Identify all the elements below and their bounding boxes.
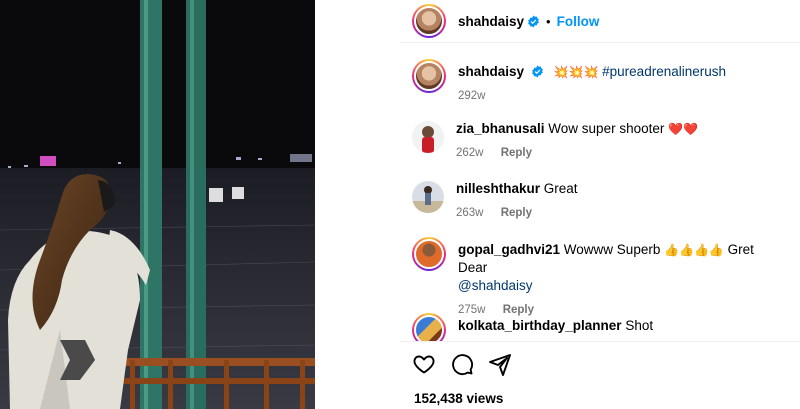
comment-item: gopal_gadhvi21 Wowww Superb 👍👍👍👍 Gret De…: [412, 237, 792, 319]
comment-time[interactable]: 263w: [456, 207, 484, 219]
verified-icon: [531, 65, 543, 78]
comment-text: Wow super shooter: [548, 121, 665, 136]
comments-list[interactable]: shahdaisy 💥💥💥 #pureadrenalinerush 292w z…: [400, 43, 800, 341]
comment-icon[interactable]: [450, 352, 474, 376]
commenter-avatar[interactable]: [412, 313, 446, 341]
comment-text: Great: [543, 181, 578, 196]
comment-username[interactable]: kolkata_birthday_planner: [458, 318, 622, 333]
caption-username[interactable]: shahdaisy: [458, 64, 524, 79]
comment-username[interactable]: gopal_gadhvi21: [458, 242, 560, 257]
commenter-avatar[interactable]: [412, 237, 446, 271]
commenter-avatar[interactable]: [412, 181, 444, 213]
post-header: shahdaisy • Follow: [400, 0, 800, 42]
comment-emojis: ❤️❤️: [668, 122, 699, 136]
comment-item: nilleshthakur Great 263w Reply: [412, 181, 792, 222]
comment-item: kolkata_birthday_planner Shot: [412, 313, 792, 341]
separator-dot: •: [546, 13, 551, 29]
share-icon[interactable]: [488, 352, 512, 376]
comment-emojis: 👍👍👍👍: [664, 243, 724, 257]
action-bar: [412, 352, 512, 376]
author-avatar[interactable]: [412, 4, 446, 38]
comment-time[interactable]: 262w: [456, 147, 484, 159]
post-side-panel: shahdaisy • Follow shahdaisy 💥💥💥 #puread…: [400, 0, 800, 409]
video-frame: [0, 0, 315, 409]
comment-item: zia_bhanusali Wow super shooter ❤️❤️ 262…: [412, 121, 792, 162]
comment-text: Wowww Superb: [563, 242, 661, 257]
caption-time[interactable]: 292w: [458, 90, 486, 102]
post-video[interactable]: [0, 0, 315, 409]
commenter-avatar[interactable]: [412, 121, 444, 153]
reply-button[interactable]: Reply: [501, 147, 532, 159]
comment-mention[interactable]: @shahdaisy: [458, 278, 533, 293]
comment-username[interactable]: zia_bhanusali: [456, 121, 545, 136]
instagram-post: shahdaisy • Follow shahdaisy 💥💥💥 #puread…: [0, 0, 800, 409]
heart-icon[interactable]: [412, 352, 436, 376]
comment-username[interactable]: nilleshthakur: [456, 181, 540, 196]
follow-button[interactable]: Follow: [557, 14, 600, 29]
verified-icon: [528, 15, 539, 27]
reply-button[interactable]: Reply: [501, 207, 532, 219]
views-count[interactable]: 152,438 views: [414, 391, 503, 406]
caption-emojis: 💥💥💥: [553, 65, 599, 79]
caption: shahdaisy 💥💥💥 #pureadrenalinerush 292w: [412, 59, 792, 105]
caption-hashtag[interactable]: #pureadrenalinerush: [602, 64, 726, 79]
comment-text: Shot: [625, 318, 654, 333]
author-username[interactable]: shahdaisy: [458, 14, 524, 29]
caption-avatar[interactable]: [412, 59, 446, 93]
actions-divider: [400, 341, 800, 342]
